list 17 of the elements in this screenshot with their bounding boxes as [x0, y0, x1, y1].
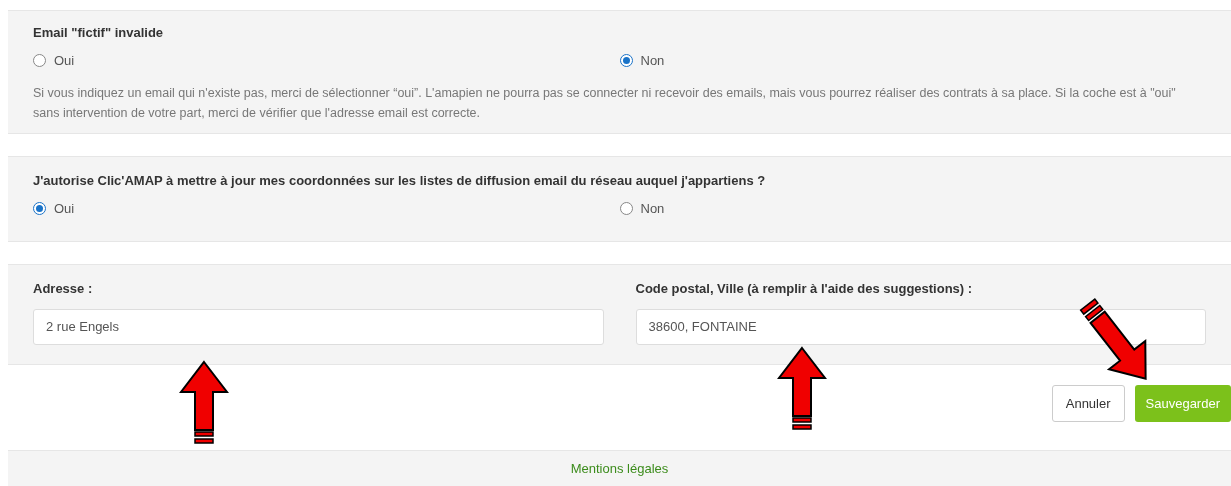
radio-option[interactable]: Non [619, 198, 665, 218]
radio-option[interactable]: Oui [33, 50, 75, 70]
input-field[interactable]: 2 rue Engels [33, 308, 604, 345]
field-label: Adresse : [33, 280, 94, 298]
cancel-button[interactable]: Annuler [1051, 385, 1125, 422]
radio-button[interactable] [619, 53, 633, 67]
input-field[interactable]: 38600, FONTAINE [635, 308, 1206, 345]
radio-button[interactable] [619, 201, 633, 215]
radio-option[interactable]: Non [619, 50, 665, 70]
radio-button[interactable] [33, 53, 46, 67]
field-label: Email "fictif" invalide [33, 24, 165, 42]
radio-button[interactable] [33, 201, 46, 215]
radio-option[interactable]: Oui [33, 198, 75, 218]
field-label: Code postal, Ville (à remplir à l'aide des suggestions) : [635, 280, 974, 298]
help-text: Si vous indiquez un email qui n'existe pas, merci de sélectionner “oui”. L'amapien ne pourra pas se connecter ni recevoir des emails, mais vous pourrez réaliser des contrats à sa place. Si la coche est à "oui" sans intervention de votre part, merci de vérifier que l'adresse email est correcte. [33, 85, 1177, 122]
field-label: J'autorise Clic'AMAP à mettre à jour mes coordonnées sur les listes de diffusion email du réseau auquel j'appartiens ? [33, 172, 767, 190]
legal-link[interactable]: Mentions légales [570, 458, 669, 479]
